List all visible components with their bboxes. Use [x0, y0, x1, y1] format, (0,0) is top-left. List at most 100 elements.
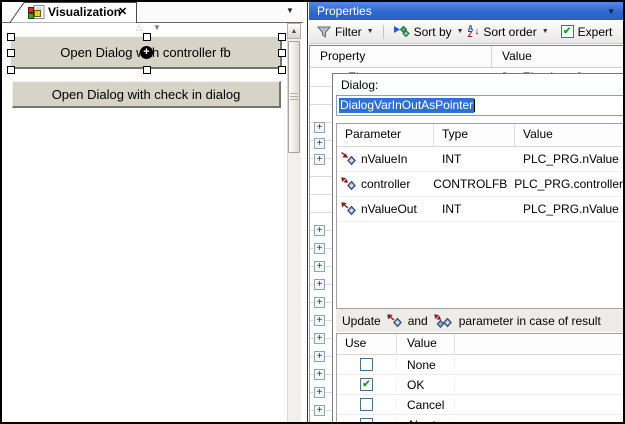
selection-handle-sw[interactable] — [7, 66, 15, 74]
scrollbar-up-icon[interactable]: ▲ — [287, 23, 301, 39]
value-header[interactable]: Value — [515, 124, 623, 146]
close-tab-icon[interactable]: ✕ — [118, 5, 127, 18]
type-header[interactable]: Type — [434, 124, 515, 146]
param-type: CONTROLFB — [425, 177, 506, 191]
open-dialog-check-button[interactable]: Open Dialog with check in dialog — [12, 81, 281, 108]
expand-plus-icon[interactable] — [314, 405, 325, 416]
use-ok-checkbox[interactable]: ✔ — [360, 378, 373, 391]
scroll-anchor-down-icon[interactable]: ▼ — [153, 23, 161, 32]
result-value: None — [397, 358, 455, 372]
filter-icon[interactable] — [317, 25, 331, 38]
dialog-name-input[interactable]: DialogVarInOutAsPointer — [336, 95, 623, 116]
result-word: parameter in case of result — [459, 314, 601, 328]
expert-checkbox[interactable]: ✔ — [561, 25, 574, 38]
text-caret — [474, 99, 475, 112]
selection-handle-ne[interactable] — [278, 33, 286, 41]
result-table-header: Use Value — [337, 334, 623, 355]
param-out-icon — [341, 202, 356, 216]
result-row[interactable]: ✔ OK — [337, 375, 623, 395]
parameter-table-header: Parameter Type Value — [337, 124, 623, 147]
button-label: Open Dialog with check in dialog — [52, 87, 241, 102]
param-row[interactable]: nValueIn INT PLC_PRG.nValue — [337, 147, 623, 172]
tab-list-dropdown-icon[interactable]: ▼ — [286, 6, 294, 15]
grid-header-row: Property Value — [310, 46, 623, 68]
sort-order-dropdown-icon[interactable]: ▼ — [542, 28, 549, 35]
sort-by-button[interactable]: Sort by — [414, 25, 452, 39]
selection-handle-se[interactable] — [278, 66, 286, 74]
scrollbar-grip — [290, 93, 298, 101]
sort-by-dropdown-icon[interactable]: ▼ — [457, 28, 464, 35]
and-word: and — [408, 314, 428, 328]
use-cancel-checkbox[interactable] — [360, 398, 373, 411]
use-none-checkbox[interactable] — [360, 358, 373, 371]
result-value: OK — [397, 378, 455, 392]
selection-handle-e[interactable] — [278, 49, 286, 57]
parameter-header[interactable]: Parameter — [337, 124, 434, 146]
parameter-table: Parameter Type Value nValueIn IN — [336, 123, 623, 309]
expand-plus-icon[interactable] — [314, 138, 325, 149]
use-header[interactable]: Use — [337, 334, 397, 354]
properties-panel-header: Properties ▼ — [309, 2, 623, 20]
selection-handle-w[interactable] — [7, 49, 15, 57]
filter-dropdown-icon[interactable]: ▼ — [367, 28, 374, 35]
visualization-icon — [28, 5, 45, 20]
param-row[interactable]: nValueOut INT PLC_PRG.nValue — [337, 197, 623, 222]
expand-plus-icon[interactable] — [314, 297, 325, 308]
result-value: Cancel — [397, 398, 455, 412]
selection-handle-n[interactable] — [143, 33, 151, 41]
sort-order-icon[interactable]: A Z ↓ — [468, 26, 480, 38]
properties-toolbar: Filter ▼ Sort by ▼ A Z ↓ Sort order ▼ ✔ … — [309, 20, 623, 44]
expand-plus-icon[interactable] — [314, 333, 325, 344]
result-row[interactable]: Abort — [337, 415, 623, 422]
selected-text: DialogVarInOutAsPointer — [339, 98, 474, 113]
param-value[interactable]: PLC_PRG.nValue — [515, 202, 623, 216]
expand-plus-icon[interactable] — [314, 351, 325, 362]
param-value[interactable]: PLC_PRG.nValue — [515, 152, 623, 166]
toolbar-separator — [383, 25, 384, 39]
selection-handle-nw[interactable] — [7, 33, 15, 41]
result-row[interactable]: Cancel — [337, 395, 623, 415]
filter-button[interactable]: Filter — [335, 25, 362, 39]
sort-order-button[interactable]: Sort order — [483, 25, 536, 39]
document-tab-bar: Visualization ✕ ▼ — [2, 2, 303, 23]
param-name: controller — [361, 177, 410, 191]
result-table: Use Value None ✔ OK Cancel — [336, 333, 623, 422]
expand-gutter — [310, 69, 332, 422]
property-column-header[interactable]: Property — [310, 46, 492, 67]
sort-by-icon[interactable] — [393, 25, 410, 38]
value-column-header[interactable]: Value — [492, 46, 623, 67]
result-value: Abort — [397, 418, 455, 423]
expand-plus-icon[interactable] — [314, 122, 325, 133]
expand-plus-icon[interactable] — [314, 243, 325, 254]
param-out-icon — [387, 314, 402, 328]
panel-divider[interactable] — [307, 2, 308, 422]
selection-handle-s[interactable] — [143, 66, 151, 74]
expert-label: Expert — [578, 25, 613, 39]
param-inout-icon — [434, 314, 453, 328]
move-anchor-icon[interactable]: + — [140, 46, 153, 59]
expand-plus-icon[interactable] — [314, 315, 325, 326]
expand-plus-icon[interactable] — [314, 225, 325, 236]
param-name: nValueOut — [361, 202, 417, 216]
panel-menu-dropdown-icon[interactable]: ▼ — [607, 7, 615, 16]
param-row[interactable]: controller CONTROLFB PLC_PRG.controller — [337, 172, 623, 197]
param-type: INT — [434, 152, 515, 166]
param-inout-icon — [341, 177, 356, 191]
result-row[interactable]: None — [337, 355, 623, 375]
param-type: INT — [434, 202, 515, 216]
param-value[interactable]: PLC_PRG.controller — [506, 177, 623, 191]
value-header[interactable]: Value — [397, 334, 455, 354]
param-name: nValueIn — [361, 152, 407, 166]
expand-plus-icon[interactable] — [314, 261, 325, 272]
property-grid: Property Value Element name GenElemInst_… — [309, 45, 623, 422]
param-in-icon — [341, 152, 356, 166]
use-abort-checkbox[interactable] — [360, 418, 373, 422]
scrollbar-thumb[interactable] — [288, 41, 300, 153]
tab-visualization[interactable]: Visualization — [48, 5, 121, 19]
expand-plus-icon[interactable] — [314, 369, 325, 380]
expand-plus-icon[interactable] — [314, 154, 325, 165]
scroll-anchor-up-icon[interactable]: △ — [136, 23, 142, 32]
dialog-editor-overlay: Dialog: DialogVarInOutAsPointer Paramete… — [332, 73, 623, 422]
expand-plus-icon[interactable] — [314, 387, 325, 398]
expand-plus-icon[interactable] — [314, 279, 325, 290]
